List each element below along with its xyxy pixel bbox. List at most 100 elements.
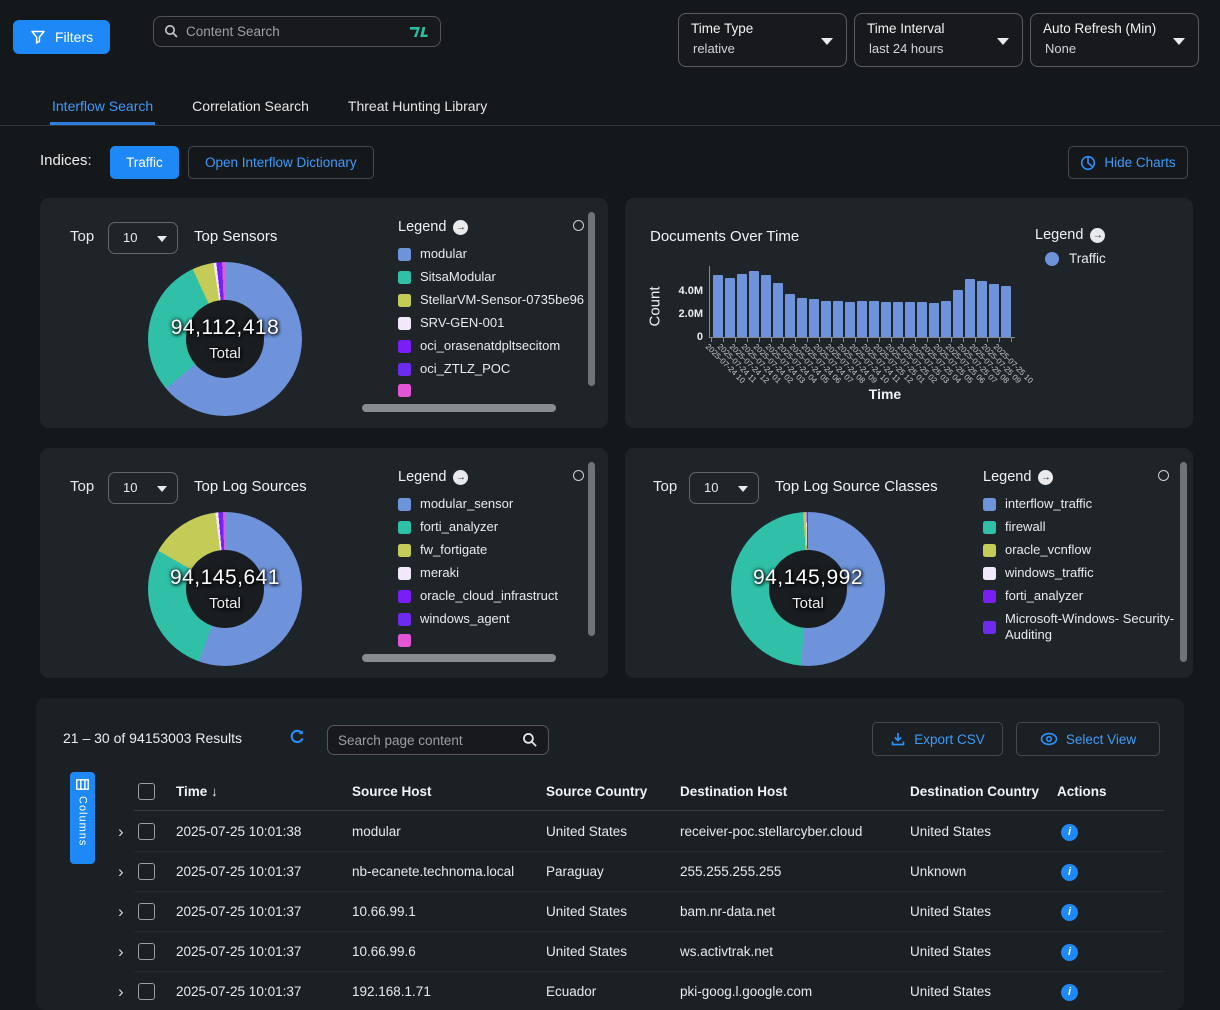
open-interflow-dictionary-button[interactable]: Open Interflow Dictionary <box>188 146 374 179</box>
bar[interactable] <box>821 301 831 337</box>
bar[interactable] <box>977 281 987 337</box>
tab-correlation-search[interactable]: Correlation Search <box>190 88 311 125</box>
time-type-dropdown[interactable]: Time Type relative <box>678 13 847 67</box>
bar[interactable] <box>725 278 735 337</box>
bar[interactable] <box>809 299 819 337</box>
column-header-actions[interactable]: Actions <box>1057 776 1107 808</box>
legend-item[interactable]: oracle_cloud_infrastruct <box>398 588 590 604</box>
bar[interactable] <box>953 290 963 337</box>
page-search-input[interactable] <box>338 733 522 748</box>
legend-radio-icon[interactable] <box>573 220 584 231</box>
row-checkbox[interactable] <box>138 863 155 880</box>
legend-vertical-scrollbar[interactable] <box>588 462 595 636</box>
hide-charts-button[interactable]: Hide Charts <box>1068 146 1188 179</box>
legend-item[interactable]: StellarVM-Sensor-0735be96 <box>398 292 590 308</box>
bar[interactable] <box>905 302 915 337</box>
legend-item[interactable]: oracle_vcnflow <box>983 542 1175 558</box>
row-expander-icon[interactable]: › <box>118 852 124 892</box>
legend-horizontal-scrollbar[interactable] <box>362 404 556 412</box>
top-n-select[interactable]: 10 <box>108 472 178 504</box>
column-header-source-country[interactable]: Source Country <box>546 776 647 808</box>
legend-item[interactable]: modular_sensor <box>398 496 590 512</box>
legend-item[interactable]: interflow_traffic <box>983 496 1175 512</box>
select-view-button[interactable]: Select View <box>1016 722 1160 756</box>
row-expander-icon[interactable]: › <box>118 892 124 932</box>
column-header-destination-country[interactable]: Destination Country <box>910 776 1039 808</box>
row-expander-icon[interactable]: › <box>118 812 124 852</box>
row-info-icon[interactable]: i <box>1061 904 1078 921</box>
tab-threat-hunting-library[interactable]: Threat Hunting Library <box>346 88 489 125</box>
legend-item[interactable]: forti_analyzer <box>398 519 590 535</box>
bar[interactable] <box>713 275 723 337</box>
legend-item[interactable]: SRV-GEN-001 <box>398 315 590 331</box>
top-n-select[interactable]: 10 <box>689 472 759 504</box>
legend-scroll-arrow-icon[interactable]: → <box>453 220 468 235</box>
content-search-box[interactable] <box>153 16 441 47</box>
bar[interactable] <box>749 271 759 337</box>
bar[interactable] <box>869 301 879 337</box>
bar[interactable] <box>857 301 867 337</box>
traffic-index-button[interactable]: Traffic <box>110 146 179 179</box>
bar[interactable] <box>797 298 807 337</box>
legend-item[interactable]: forti_analyzer <box>983 588 1175 604</box>
top-n-select[interactable]: 10 <box>108 222 178 254</box>
bar[interactable] <box>917 302 927 337</box>
legend-item[interactable] <box>398 634 590 647</box>
column-header-time[interactable]: Time ↓ <box>176 776 218 808</box>
legend-horizontal-scrollbar[interactable] <box>362 654 556 662</box>
row-expander-icon[interactable]: › <box>118 972 124 1010</box>
bar[interactable] <box>833 301 843 337</box>
legend-item[interactable]: meraki <box>398 565 590 581</box>
column-header-destination-host[interactable]: Destination Host <box>680 776 787 808</box>
legend-item[interactable]: windows_agent <box>398 611 590 627</box>
row-expander-icon[interactable]: › <box>118 932 124 972</box>
bar[interactable] <box>773 283 783 337</box>
bar[interactable] <box>785 294 795 337</box>
bar[interactable] <box>989 284 999 337</box>
tab-interflow-search[interactable]: Interflow Search <box>50 88 155 125</box>
legend-item[interactable]: windows_traffic <box>983 565 1175 581</box>
legend-scroll-arrow-icon[interactable]: → <box>1038 470 1053 485</box>
donut-total-label: Total <box>115 595 335 612</box>
bar[interactable] <box>929 303 939 337</box>
row-info-icon[interactable]: i <box>1061 944 1078 961</box>
legend-item[interactable]: firewall <box>983 519 1175 535</box>
legend-radio-icon[interactable] <box>573 470 584 481</box>
bar[interactable] <box>941 301 951 337</box>
time-interval-dropdown[interactable]: Time Interval last 24 hours <box>854 13 1023 67</box>
legend-item[interactable] <box>398 384 590 397</box>
export-csv-button[interactable]: Export CSV <box>872 722 1003 756</box>
legend-item[interactable]: modular <box>398 246 590 262</box>
select-all-checkbox[interactable] <box>138 783 155 800</box>
row-info-icon[interactable]: i <box>1061 984 1078 1001</box>
legend-radio-icon[interactable] <box>1158 470 1169 481</box>
legend-item[interactable]: fw_fortigate <box>398 542 590 558</box>
page-search-box[interactable] <box>327 725 549 755</box>
bar[interactable] <box>1001 286 1011 337</box>
column-header-source-host[interactable]: Source Host <box>352 776 432 808</box>
row-info-icon[interactable]: i <box>1061 864 1078 881</box>
row-checkbox[interactable] <box>138 903 155 920</box>
legend-item[interactable]: Microsoft-Windows- Security-Auditing <box>983 611 1175 643</box>
auto-refresh-dropdown[interactable]: Auto Refresh (Min) None <box>1030 13 1199 67</box>
bar[interactable] <box>737 274 747 337</box>
legend-item[interactable]: oci_orasenatdpltsecitom <box>398 338 590 354</box>
filters-button[interactable]: Filters <box>13 20 110 54</box>
row-checkbox[interactable] <box>138 943 155 960</box>
legend-scroll-arrow-icon[interactable]: → <box>453 470 468 485</box>
legend-vertical-scrollbar[interactable] <box>588 212 595 386</box>
content-search-input[interactable] <box>186 24 401 39</box>
legend-vertical-scrollbar[interactable] <box>1180 462 1187 662</box>
legend-item[interactable]: oci_ZTLZ_POC <box>398 361 590 377</box>
bar[interactable] <box>893 302 903 337</box>
row-info-icon[interactable]: i <box>1061 824 1078 841</box>
row-checkbox[interactable] <box>138 983 155 1000</box>
eye-icon <box>1040 732 1058 746</box>
bar[interactable] <box>761 275 771 337</box>
legend-item[interactable]: SitsaModular <box>398 269 590 285</box>
refresh-icon[interactable] <box>289 728 306 750</box>
bar[interactable] <box>965 279 975 337</box>
row-checkbox[interactable] <box>138 823 155 840</box>
bar[interactable] <box>881 302 891 337</box>
bar[interactable] <box>845 302 855 337</box>
